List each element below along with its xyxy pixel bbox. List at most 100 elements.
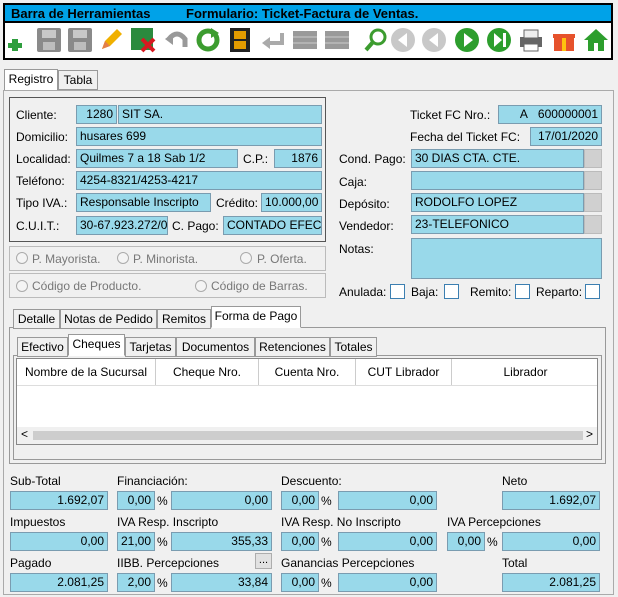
iva-perc-pct-field[interactable]: 0,00 — [447, 532, 485, 551]
deposito-field[interactable]: RODOLFO LOPEZ — [411, 193, 584, 212]
iva-perc-value-field[interactable]: 0,00 — [502, 532, 600, 551]
cpago-field[interactable]: CONTADO EFECTIVO — [223, 216, 322, 235]
paytab-totales[interactable]: Totales — [330, 337, 377, 357]
cp-label: C.P.: — [243, 152, 269, 166]
baja-checkbox[interactable] — [444, 284, 459, 299]
reparto-checkbox[interactable] — [585, 284, 600, 299]
subtab-forma-pago[interactable]: Forma de Pago — [211, 306, 301, 328]
next-icon[interactable] — [453, 26, 481, 54]
save-as-icon[interactable] — [66, 26, 94, 54]
iva-ri-value-field[interactable]: 355,33 — [171, 532, 272, 551]
undo-icon[interactable] — [162, 26, 190, 54]
financiacion-pct-field[interactable]: 0,00 — [117, 491, 155, 510]
iibb-value-field[interactable]: 33,84 — [171, 573, 272, 592]
iibb-pct-field[interactable]: 2,00 — [117, 573, 155, 592]
reparto-label: Reparto: — [536, 285, 583, 299]
subtotal-label: Sub-Total — [10, 474, 61, 488]
col-cut-librador[interactable]: CUT Librador — [356, 359, 452, 385]
descuento-value-field[interactable]: 0,00 — [338, 491, 437, 510]
print-icon[interactable] — [517, 26, 545, 54]
scroll-thumb[interactable] — [33, 431, 583, 440]
total-field[interactable]: 2.081,25 — [502, 573, 600, 592]
iva-rni-pct-field[interactable]: 0,00 — [281, 532, 319, 551]
descuento-pct-field[interactable]: 0,00 — [281, 491, 319, 510]
telefono-field[interactable]: 4254-8321/4253-4217 — [76, 171, 322, 190]
pagado-field[interactable]: 2.081,25 — [10, 573, 108, 592]
paytab-tarjetas[interactable]: Tarjetas — [125, 337, 176, 357]
subtab-remitos[interactable]: Remitos — [157, 309, 211, 329]
subtotal-field[interactable]: 1.692,07 — [10, 491, 108, 510]
cond-lookup-button[interactable] — [584, 149, 602, 168]
vendedor-lookup-button[interactable] — [584, 215, 602, 234]
col-librador[interactable]: Librador — [452, 359, 597, 385]
neto-field[interactable]: 1.692,07 — [502, 491, 600, 510]
iibb-pct-sign: % — [157, 576, 168, 590]
grid-icon[interactable] — [291, 26, 319, 54]
total-label: Total — [502, 556, 528, 570]
paytab-retenciones[interactable]: Retenciones — [255, 337, 330, 357]
last-icon[interactable] — [485, 26, 513, 54]
localidad-field[interactable]: Quilmes 7 a 18 Sab 1/2 — [76, 149, 238, 168]
impuestos-field[interactable]: 0,00 — [10, 532, 108, 551]
subtab-notas-pedido[interactable]: Notas de Pedido — [60, 309, 157, 329]
cliente-name-field[interactable]: SIT SA. — [118, 105, 322, 124]
tipo-iva-field[interactable]: Responsable Inscripto — [76, 193, 211, 212]
caja-lookup-button[interactable] — [584, 171, 602, 190]
edit-icon[interactable] — [97, 26, 125, 54]
ticket-field[interactable]: A 600000001 — [498, 105, 602, 124]
first-icon[interactable] — [389, 26, 417, 54]
scroll-left-arrow[interactable]: < — [21, 427, 28, 441]
paytab-efectivo[interactable]: Efectivo — [17, 337, 68, 357]
prev-icon[interactable] — [420, 26, 448, 54]
back-arrow-icon[interactable] — [259, 26, 287, 54]
anulada-checkbox[interactable] — [390, 284, 405, 299]
film-icon[interactable] — [226, 26, 254, 54]
telefono-label: Teléfono: — [16, 174, 65, 188]
credito-field[interactable]: 10.000,00 — [261, 193, 322, 212]
paytab-cheques[interactable]: Cheques — [68, 334, 125, 356]
deposito-lookup-button[interactable] — [584, 193, 602, 212]
col-sucursal[interactable]: Nombre de la Sucursal — [17, 359, 156, 385]
notas-field[interactable] — [411, 238, 602, 279]
tab-tabla[interactable]: Tabla — [58, 70, 98, 90]
radio-codigo-producto[interactable] — [16, 280, 28, 292]
gift-icon[interactable] — [550, 26, 578, 54]
iibb-details-button[interactable]: ... — [255, 553, 272, 569]
col-cuenta-nro[interactable]: Cuenta Nro. — [259, 359, 356, 385]
radio-mayorista[interactable] — [16, 252, 28, 264]
refresh-icon[interactable] — [194, 26, 222, 54]
iva-ri-pct-field[interactable]: 21,00 — [117, 532, 155, 551]
ganancias-value-field[interactable]: 0,00 — [338, 573, 437, 592]
paytab-documentos[interactable]: Documentos — [176, 337, 255, 357]
horizontal-scrollbar[interactable]: < > — [17, 427, 597, 444]
grid2-icon[interactable] — [323, 26, 351, 54]
subtab-detalle[interactable]: Detalle — [13, 309, 60, 329]
cuit-field[interactable]: 30-67.923.272/0 — [76, 216, 168, 235]
iva-rni-value-field[interactable]: 0,00 — [338, 532, 437, 551]
tab-registro[interactable]: Registro — [4, 69, 58, 91]
cp-field[interactable]: 1876 — [274, 149, 322, 168]
radio-codigo-barras[interactable] — [195, 280, 207, 292]
domicilio-field[interactable]: husares 699 — [76, 127, 322, 146]
vendedor-field[interactable]: 23-TELEFONICO — [411, 215, 584, 234]
financiacion-value-field[interactable]: 0,00 — [171, 491, 272, 510]
radio-minorista[interactable] — [117, 252, 129, 264]
radio-oferta[interactable] — [240, 252, 252, 264]
remito-checkbox[interactable] — [515, 284, 530, 299]
add-icon[interactable] — [3, 26, 31, 54]
fecha-field[interactable]: 17/01/2020 — [530, 127, 602, 146]
scroll-right-arrow[interactable]: > — [586, 427, 593, 441]
deposito-label: Depósito: — [339, 197, 390, 211]
cond-field[interactable]: 30 DIAS CTA. CTE. — [411, 149, 584, 168]
save-icon[interactable] — [35, 26, 63, 54]
ganancias-pct-field[interactable]: 0,00 — [281, 573, 319, 592]
descuento-label: Descuento: — [281, 474, 342, 488]
vendedor-label: Vendedor: — [339, 219, 394, 233]
col-cheque-nro[interactable]: Cheque Nro. — [156, 359, 259, 385]
cheques-table[interactable]: Nombre de la Sucursal Cheque Nro. Cuenta… — [16, 358, 598, 445]
caja-field[interactable] — [411, 171, 584, 190]
cliente-code-field[interactable]: 1280 — [76, 105, 117, 124]
search-icon[interactable] — [362, 26, 390, 54]
home-icon[interactable] — [582, 26, 610, 54]
delete-icon[interactable] — [129, 26, 157, 54]
